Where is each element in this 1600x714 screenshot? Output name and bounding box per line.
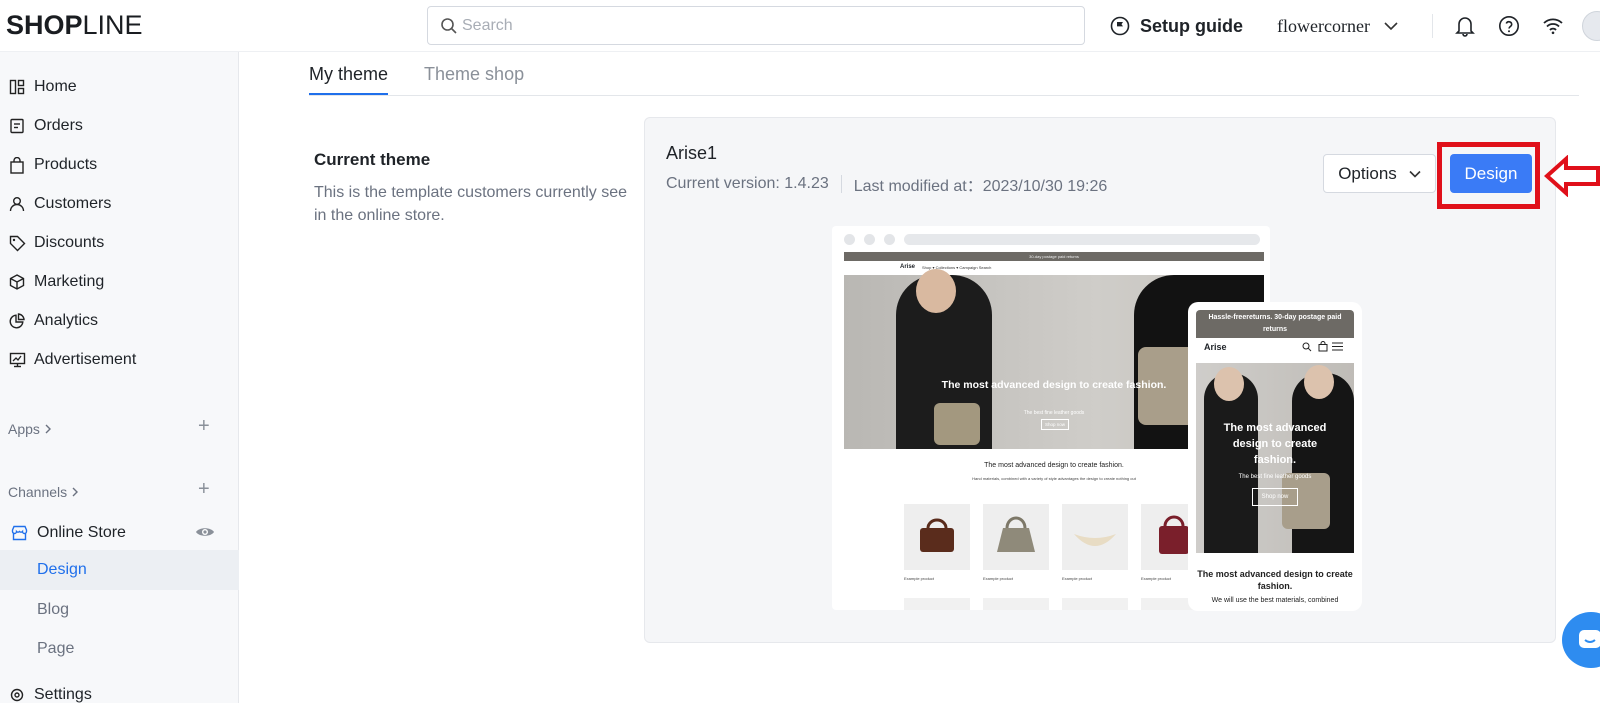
top-bar: SHOPLINE Setup guide flowercorner <box>0 0 1600 52</box>
red-arrow-annotation <box>1544 155 1600 197</box>
channels-section[interactable]: Channels <box>8 484 79 500</box>
mobile-theme-preview: Hassle-freereturns. 30-day postage paid … <box>1188 302 1362 611</box>
sidebar-subitem-page[interactable]: Page <box>0 629 239 669</box>
search-icon <box>1302 342 1312 352</box>
add-channel-icon[interactable]: + <box>198 478 210 501</box>
chevron-down-icon <box>1409 170 1421 178</box>
theme-tabs: My theme Theme shop <box>309 58 524 96</box>
chat-icon <box>1579 630 1600 648</box>
orders-icon <box>8 117 26 135</box>
mobile-hero-title: The most advanced design to create fashi… <box>1223 422 1327 466</box>
store-icon <box>10 524 28 542</box>
preview-product <box>983 504 1049 570</box>
sidebar-item-marketing[interactable]: Marketing <box>0 263 239 301</box>
avatar[interactable] <box>1582 11 1600 41</box>
apps-section[interactable]: Apps <box>8 421 52 437</box>
sidebar-item-home[interactable]: Home <box>0 68 239 106</box>
browser-dots <box>844 234 895 245</box>
mobile-section-title: The most advanced design to create fashi… <box>1197 569 1353 591</box>
cart-icon <box>1318 341 1328 352</box>
options-dropdown-button[interactable]: Options <box>1323 154 1436 193</box>
add-app-icon[interactable]: + <box>198 415 210 438</box>
search-input[interactable] <box>462 13 1062 39</box>
bag-icon <box>8 156 26 174</box>
theme-last-modified: Last modified at：2023/10/30 19:26 <box>853 178 1108 195</box>
theme-meta: Current version: 1.4.23 Last modified at… <box>666 172 1107 196</box>
preview-product-caption: Example product <box>983 576 1014 581</box>
help-icon[interactable] <box>1496 13 1522 39</box>
setup-guide-button[interactable]: Setup guide <box>1110 12 1243 40</box>
tag-icon <box>8 234 26 252</box>
browser-url-bar <box>904 234 1260 245</box>
search-box[interactable] <box>427 6 1085 45</box>
preview-shop-now: Shop now <box>1041 419 1069 430</box>
tabs-divider <box>309 95 1579 96</box>
sidebar-item-advertisement[interactable]: Advertisement <box>0 341 239 379</box>
sidebar-item-orders[interactable]: Orders <box>0 107 239 145</box>
mobile-announcement-bar: Hassle-freereturns. 30-day postage paid … <box>1196 310 1354 338</box>
chevron-down-icon <box>1384 22 1398 31</box>
sidebar-item-analytics[interactable]: Analytics <box>0 302 239 340</box>
mobile-section-subtitle: We will use the best materials, combined <box>1211 597 1339 604</box>
meta-divider <box>840 175 842 193</box>
preview-product-caption: Example product <box>1141 576 1172 581</box>
preview-product-placeholder <box>904 598 970 610</box>
chevron-right-icon <box>45 424 51 434</box>
preview-product-placeholder <box>983 598 1049 610</box>
monitor-icon <box>8 351 26 369</box>
tab-theme-shop[interactable]: Theme shop <box>424 58 524 96</box>
preview-product <box>904 504 970 570</box>
sidebar-subitem-blog[interactable]: Blog <box>0 590 239 630</box>
mobile-shop-now: Shop now <box>1252 488 1298 506</box>
mobile-hero-subtitle: The best fine leather goods <box>1238 474 1312 480</box>
gear-icon <box>8 686 26 704</box>
current-theme-description: This is the template customers currently… <box>314 184 628 224</box>
person-icon <box>8 195 26 213</box>
current-theme-title: Current theme <box>314 150 431 169</box>
preview-nav: Arise Shop ▾ Collections ▾ Campaign Sear… <box>844 261 1264 275</box>
chevron-right-icon <box>72 487 79 497</box>
sidebar-item-settings[interactable]: Settings <box>0 676 239 714</box>
search-icon <box>441 18 457 34</box>
sidebar-item-online-store[interactable]: Online Store <box>0 514 239 552</box>
eye-icon[interactable] <box>195 525 215 544</box>
store-switcher[interactable]: flowercorner <box>1277 13 1398 39</box>
tab-my-theme[interactable]: My theme <box>309 58 389 96</box>
sidebar-item-discounts[interactable]: Discounts <box>0 224 239 262</box>
preview-product-caption: Example product <box>904 576 935 581</box>
preview-product-caption: Example product <box>1062 576 1093 581</box>
sidebar: Home Orders Products Customers Discounts… <box>0 52 239 703</box>
sidebar-item-products[interactable]: Products <box>0 146 239 184</box>
preview-announcement-bar: 30-day postage paid returns <box>844 252 1264 261</box>
divider <box>1432 14 1433 38</box>
flag-icon <box>1110 16 1130 36</box>
bell-icon[interactable] <box>1452 13 1478 39</box>
cube-icon <box>8 273 26 291</box>
theme-version: Current version: 1.4.23 <box>666 175 829 192</box>
shopline-logo[interactable]: SHOPLINE <box>6 10 143 41</box>
preview-product <box>1062 504 1128 570</box>
menu-icon <box>1332 342 1343 351</box>
preview-product-placeholder <box>1062 598 1128 610</box>
theme-name: Arise1 <box>666 143 718 163</box>
sidebar-item-customers[interactable]: Customers <box>0 185 239 223</box>
sidebar-subitem-design[interactable]: Design <box>0 550 239 590</box>
highlight-box <box>1437 142 1540 209</box>
mobile-nav: Arise <box>1196 338 1354 356</box>
pie-chart-icon <box>8 312 26 330</box>
dashboard-icon <box>8 78 26 96</box>
wifi-icon[interactable] <box>1540 13 1566 39</box>
